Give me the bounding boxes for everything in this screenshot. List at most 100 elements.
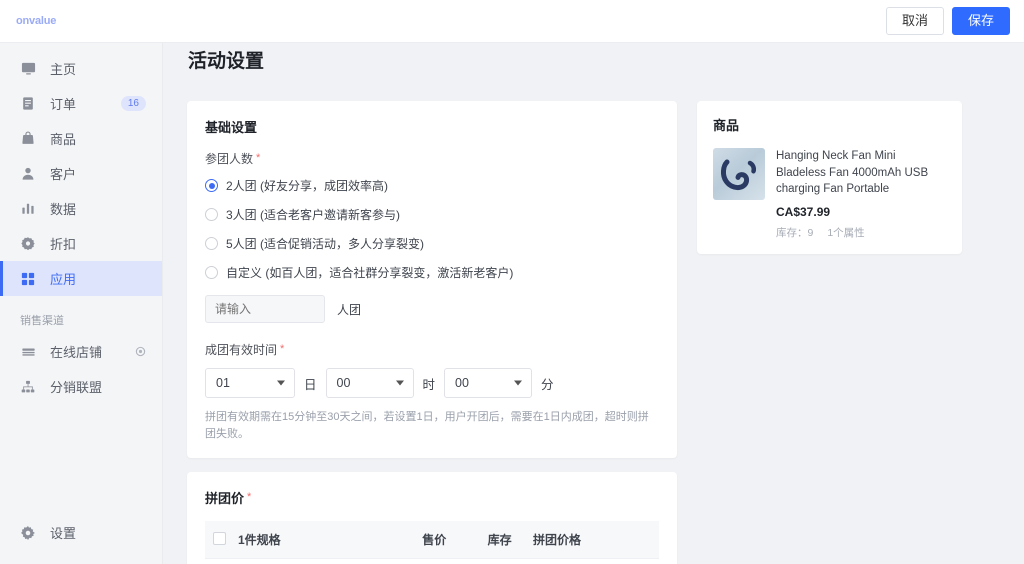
chevron-down-icon xyxy=(277,380,285,386)
row-select-cell xyxy=(205,558,232,564)
monitor-icon xyxy=(20,61,36,77)
sidebar-item-customers[interactable]: 客户 xyxy=(0,156,162,191)
sidebar-item-label: 设置 xyxy=(50,526,77,541)
sidebar-item-label: 分销联盟 xyxy=(50,380,103,395)
sidebar-item-orders[interactable]: 订单 16 xyxy=(0,86,162,121)
duration-minutes-unit: 分 xyxy=(541,377,554,392)
radio-label: 2人团 (好友分享，成团效率高) xyxy=(226,179,389,193)
duration-days-value: 01 xyxy=(216,376,230,390)
sidebar-item-label: 折扣 xyxy=(50,237,77,252)
neck-fan-image xyxy=(721,159,757,191)
grid-icon xyxy=(20,271,36,287)
network-icon xyxy=(20,379,36,395)
custom-size-input[interactable] xyxy=(205,295,325,323)
sidebar-item-products[interactable]: 商品 xyxy=(0,121,162,156)
radio-option-2[interactable]: 2人团 (好友分享，成团效率高) xyxy=(205,177,659,194)
radio-indicator[interactable] xyxy=(205,266,218,279)
product-panel-card: 商品 Hanging Neck Fan Mini Bladeless Fan 4… xyxy=(697,101,962,255)
table-header-row: 1件规格 售价 库存 拼团价格 xyxy=(205,521,659,559)
row-group-price-cell: CAD 29.99 xyxy=(527,558,659,564)
required-asterisk: * xyxy=(280,343,285,355)
column-header-stock: 库存 xyxy=(481,521,527,559)
custom-size-unit: 人团 xyxy=(337,302,362,317)
radio-option-5[interactable]: 5人团 (适合促销活动，多人分享裂变) xyxy=(205,235,659,252)
custom-size-row: 人团 xyxy=(205,295,659,323)
column-header-spec: 1件规格 xyxy=(232,521,417,559)
column-header-price: 售价 xyxy=(416,521,482,559)
duration-days-unit: 日 xyxy=(304,377,317,392)
duration-hours-value: 00 xyxy=(336,376,351,390)
product-panel-title: 商品 xyxy=(713,118,740,133)
sidebar-item-label: 应用 xyxy=(50,272,77,287)
group-size-label: 参团人数 * xyxy=(205,150,659,167)
sidebar-item-label: 订单 xyxy=(50,97,77,112)
sidebar-section-title: 销售渠道 xyxy=(20,315,64,327)
duration-hours-select[interactable]: 00 xyxy=(325,368,414,398)
duration-days-select[interactable]: 01 xyxy=(205,368,295,398)
eye-icon[interactable] xyxy=(135,346,146,357)
product-thumbnail xyxy=(713,148,765,200)
product-info: Hanging Neck Fan Mini Bladeless Fan 4000… xyxy=(776,148,946,240)
product-price: CA$37.99 xyxy=(776,205,831,220)
sidebar-item-home[interactable]: 主页 xyxy=(0,51,162,86)
radio-label: 自定义 (如百人团，适合社群分享裂变，激活新老客户) xyxy=(226,266,514,280)
gear-icon xyxy=(20,525,36,541)
main-content: 活动设置 基础设置 参团人数 * 2人团 (好友分享，成团效率高) 3人团 (适… xyxy=(163,43,1024,564)
app-root: onvalue 取消 保存 主页 订单 16 商品 客户 数据 折扣 应用 销售… xyxy=(0,0,1024,564)
duration-hours-unit: 时 xyxy=(422,377,436,392)
product-attributes: 1个属性 xyxy=(827,227,865,240)
left-column: 基础设置 参团人数 * 2人团 (好友分享，成团效率高) 3人团 (适合老客户邀… xyxy=(187,101,677,564)
group-price-title: 拼团价 * xyxy=(205,488,659,507)
sidebar-item-discounts[interactable]: 折扣 xyxy=(0,226,162,261)
basic-settings-title: 基础设置 xyxy=(205,120,258,135)
select-all-cell xyxy=(205,521,232,559)
radio-indicator[interactable] xyxy=(205,179,218,192)
duration-minutes-value: 00 xyxy=(455,376,469,390)
sidebar-item-distribution[interactable]: 分销联盟 xyxy=(0,369,162,404)
group-price-table: 1件规格 售价 库存 拼团价格 xyxy=(205,521,659,564)
main-columns: 基础设置 参团人数 * 2人团 (好友分享，成团效率高) 3人团 (适合老客户邀… xyxy=(187,87,1000,564)
orders-badge: 16 xyxy=(120,96,146,111)
sidebar-bottom: 设置 xyxy=(0,515,162,564)
required-asterisk: * xyxy=(247,491,252,503)
save-button[interactable]: 保存 xyxy=(951,7,1010,35)
sidebar: 主页 订单 16 商品 客户 数据 折扣 应用 销售渠道 在线店铺 分销联盟 设… xyxy=(0,43,163,564)
column-header-group-price: 拼团价格 xyxy=(527,521,659,559)
table-head: 1件规格 售价 库存 拼团价格 xyxy=(205,521,659,559)
discount-icon xyxy=(20,236,36,252)
radio-label: 5人团 (适合促销活动，多人分享裂变) xyxy=(226,237,425,251)
radio-option-custom[interactable]: 自定义 (如百人团，适合社群分享裂变，激活新老客户) xyxy=(205,264,659,281)
bag-icon xyxy=(20,131,36,147)
right-column: 商品 Hanging Neck Fan Mini Bladeless Fan 4… xyxy=(697,101,962,564)
product-meta: 库存：9 1个属性 xyxy=(776,225,946,240)
body-row: 主页 订单 16 商品 客户 数据 折扣 应用 销售渠道 在线店铺 分销联盟 设… xyxy=(0,43,1024,564)
radio-label: 3人团 (适合老客户邀请新客参与) xyxy=(226,208,401,222)
sidebar-item-apps[interactable]: 应用 xyxy=(0,261,162,296)
app-logo[interactable]: onvalue xyxy=(10,15,56,27)
page-title: 活动设置 xyxy=(188,51,265,72)
radio-option-3[interactable]: 3人团 (适合老客户邀请新客参与) xyxy=(205,206,659,223)
select-all-checkbox[interactable] xyxy=(213,531,226,545)
basic-settings-card: 基础设置 参团人数 * 2人团 (好友分享，成团效率高) 3人团 (适合老客户邀… xyxy=(187,101,677,458)
product-stock: 库存：9 xyxy=(776,227,814,240)
radio-indicator[interactable] xyxy=(205,208,218,221)
sidebar-item-settings[interactable]: 设置 xyxy=(0,515,162,550)
group-price-card: 拼团价 * 1件规格 售价 库存 拼团价格 xyxy=(187,472,677,564)
group-price-title-text: 拼团价 xyxy=(205,491,245,506)
duration-hint: 拼团有效期需在15分钟至30天之间，若设置1日，用户开团后，需要在1日内成团，超… xyxy=(205,411,649,440)
sidebar-item-analytics[interactable]: 数据 xyxy=(0,191,162,226)
table-row: Hanging Neck Fan Mini Bladeless Fan 4000… xyxy=(205,558,659,564)
cancel-button[interactable]: 取消 xyxy=(885,7,944,35)
sidebar-item-label: 商品 xyxy=(50,132,77,147)
product-summary-row: Hanging Neck Fan Mini Bladeless Fan 4000… xyxy=(713,148,946,240)
duration-minutes-select[interactable]: 00 xyxy=(444,368,533,398)
chevron-down-icon xyxy=(514,380,523,386)
person-icon xyxy=(20,166,36,182)
duration-row: 01 日 00 时 00 分 xyxy=(205,368,659,398)
sidebar-item-online-store[interactable]: 在线店铺 xyxy=(0,334,162,369)
sidebar-item-label: 数据 xyxy=(50,202,77,217)
radio-indicator[interactable] xyxy=(205,237,218,250)
valid-time-label-text: 成团有效时间 xyxy=(205,343,278,357)
required-asterisk: * xyxy=(256,152,261,164)
